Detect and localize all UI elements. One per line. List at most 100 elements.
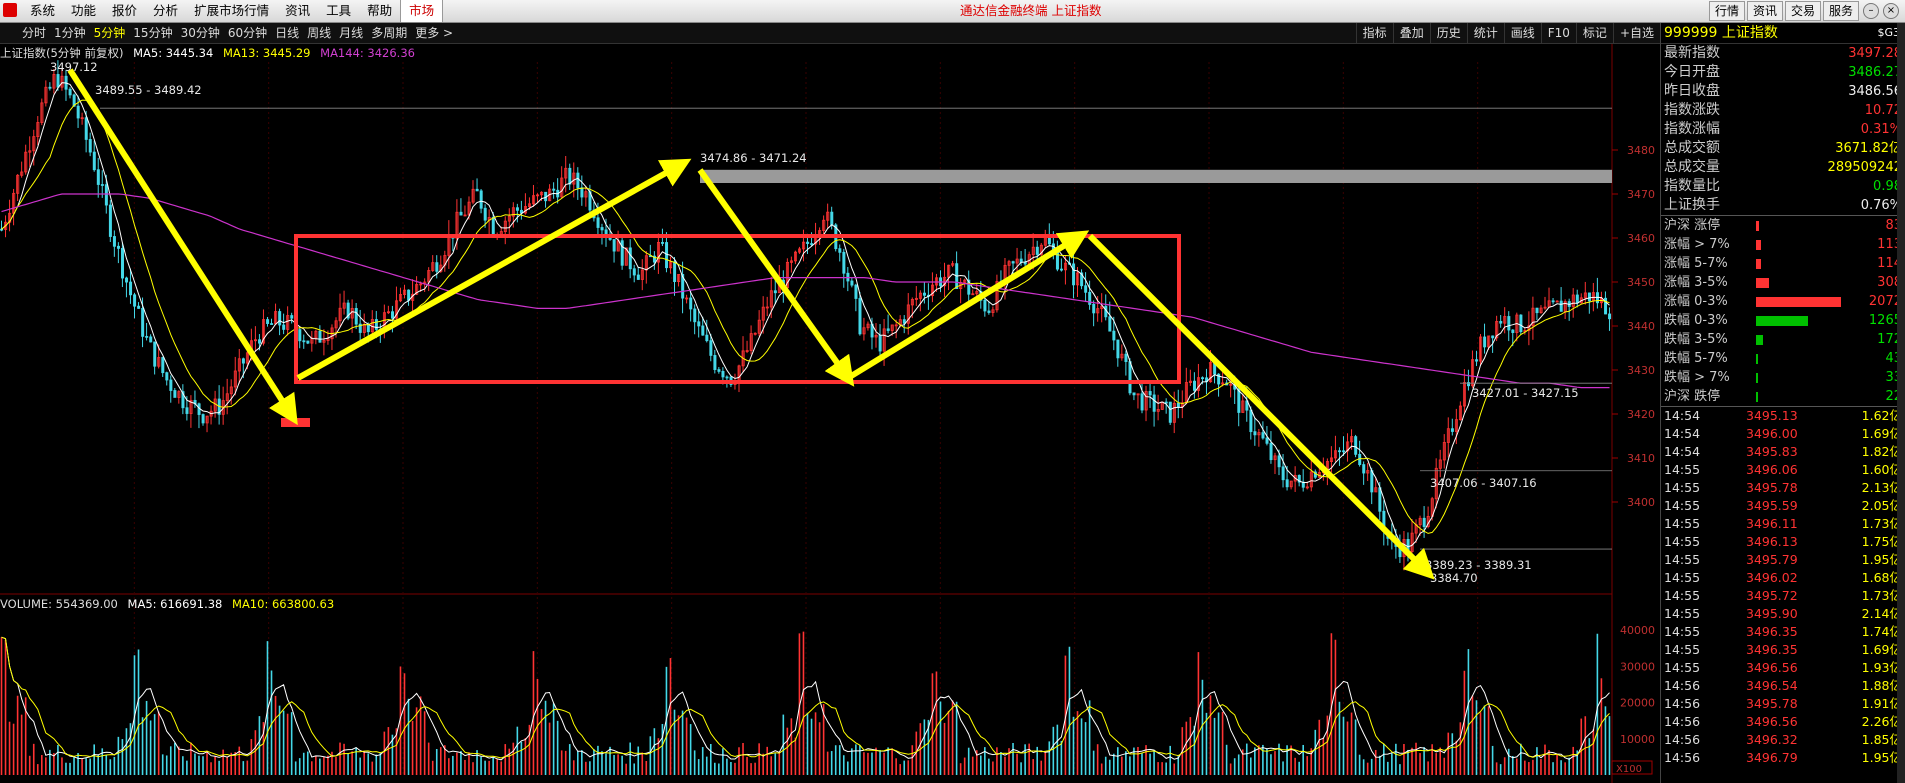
tick-amount: 1.73亿 — [1861, 588, 1902, 603]
candle-body — [1450, 428, 1454, 432]
tick-amount: 1.60亿 — [1861, 462, 1902, 477]
stat-row: 最新指数 3497.28 — [1661, 44, 1905, 63]
candle-body — [1084, 285, 1088, 293]
candle-body — [68, 88, 72, 96]
legend-ma144: MA144: 3426.36 — [320, 46, 415, 60]
breadth-row: 跌幅 0-3% 1265 — [1661, 311, 1905, 330]
tick-amount: 1.68亿 — [1861, 570, 1902, 585]
tick-time: 14:56 — [1664, 750, 1701, 765]
candle-body — [1132, 392, 1136, 396]
candle-body — [133, 294, 137, 307]
tick-price: 3496.79 — [1746, 750, 1798, 765]
breadth-row: 涨幅 > 7% 113 — [1661, 235, 1905, 254]
tick-time: 14:55 — [1664, 462, 1701, 477]
breadth-bar — [1756, 240, 1761, 250]
candle-body — [1507, 316, 1511, 331]
candle-body — [1249, 409, 1253, 433]
tick-amount: 1.73亿 — [1861, 516, 1902, 531]
candle-body — [1551, 300, 1555, 303]
tick-price: 3496.00 — [1746, 426, 1798, 441]
tick-time: 14:55 — [1664, 552, 1701, 567]
candle-body — [1491, 335, 1495, 339]
tick-amount: 1.91亿 — [1861, 696, 1902, 711]
tick-time: 14:56 — [1664, 714, 1701, 729]
tick-time: 14:55 — [1664, 480, 1701, 495]
tick-row: 14:55 3495.59 2.05亿 — [1661, 497, 1905, 515]
candle-body — [84, 117, 88, 140]
tick-amount: 1.75亿 — [1861, 534, 1902, 549]
tick-list[interactable]: 14:54 3495.13 1.62亿 14:54 3496.00 1.69亿 14:54 3… — [1661, 406, 1905, 767]
breadth-bar — [1756, 392, 1758, 402]
tick-time: 14:55 — [1664, 642, 1701, 657]
tick-amount: 1.69亿 — [1861, 642, 1902, 657]
volume-legend: VOLUME: 554369.00 MA5: 616691.38 MA10: 6… — [0, 596, 334, 612]
candle-body — [270, 323, 274, 325]
service-button[interactable]: 服务 — [1822, 1, 1859, 21]
breadth-bar — [1756, 373, 1758, 383]
candle-body — [137, 305, 141, 309]
tick-time: 14:55 — [1664, 624, 1701, 639]
candle-body — [1559, 300, 1563, 312]
quote-button[interactable]: 行情 — [1708, 1, 1745, 21]
candle-body — [1378, 487, 1382, 512]
tick-amount: 1.88亿 — [1861, 678, 1902, 693]
price-annotation: 3384.70 — [1430, 571, 1478, 585]
tick-time: 14:55 — [1664, 534, 1701, 549]
candle-body — [725, 376, 729, 379]
candle-body — [773, 290, 777, 294]
tick-row: 14:55 3495.78 2.13亿 — [1661, 479, 1905, 497]
candle-body — [169, 379, 173, 391]
trend-arrow — [1087, 233, 1435, 580]
candle-body — [92, 151, 96, 171]
trade-button[interactable]: 交易 — [1784, 1, 1821, 21]
candle-body — [241, 358, 245, 364]
breadth-row: 跌幅 5-7% 43 — [1661, 349, 1905, 368]
candle-body — [435, 262, 439, 272]
candle-body — [48, 86, 52, 89]
candle-body — [1201, 377, 1205, 380]
stat-label: 昨日收盘 — [1664, 83, 1720, 99]
breadth-row: 跌幅 > 7% 33 — [1661, 368, 1905, 387]
tick-price: 3496.06 — [1746, 462, 1798, 477]
volume-tick-label: 20000 — [1620, 697, 1655, 710]
volume-tick-label: 30000 — [1620, 660, 1655, 673]
candle-body — [810, 243, 814, 245]
tick-price: 3496.56 — [1746, 714, 1798, 729]
minimize-icon[interactable]: – — [1863, 3, 1879, 19]
candle-body — [1047, 237, 1051, 245]
panel-header: 999999 上证指数 $G3 — [1661, 23, 1905, 44]
candle-body — [1261, 432, 1265, 439]
trend-arrow — [697, 168, 855, 387]
tick-price: 3496.35 — [1746, 624, 1798, 639]
candle-body — [76, 105, 80, 119]
candle-body — [600, 227, 604, 231]
stat-value: 289509242 — [1827, 160, 1902, 175]
legend-volume: VOLUME: 554369.00 — [0, 597, 118, 611]
candle-body — [185, 407, 189, 414]
price-tick-label: 3410 — [1627, 452, 1655, 465]
candle-body — [108, 204, 112, 237]
legend-vol-ma10: MA10: 663800.63 — [232, 597, 335, 611]
candle-body — [258, 339, 262, 344]
price-tick-label: 3430 — [1627, 364, 1655, 377]
news-button[interactable]: 资讯 — [1746, 1, 1783, 21]
kline-chart[interactable]: 3480 3470 3460 3450 3440 3430 3420 3410 3400 4000… — [0, 0, 1660, 783]
tick-price: 3496.54 — [1746, 678, 1798, 693]
candle-body — [580, 187, 584, 198]
right-scrollbar[interactable] — [1897, 23, 1905, 783]
breadth-label: 涨幅 > 7% — [1664, 237, 1730, 252]
volume-tick-label: 10000 — [1620, 733, 1655, 746]
low-marker — [281, 418, 310, 427]
trend-arrow — [67, 68, 298, 426]
security-name: 上证指数 — [1721, 25, 1778, 41]
tick-amount: 1.95亿 — [1861, 552, 1902, 567]
candle-body — [552, 188, 556, 191]
tick-amount: 2.26亿 — [1861, 714, 1902, 729]
breadth-label: 沪深 跌停 — [1664, 389, 1721, 404]
candle-body — [576, 172, 580, 189]
candle-body — [354, 308, 358, 325]
close-icon[interactable]: × — [1883, 3, 1899, 19]
price-tick-label: 3470 — [1627, 188, 1655, 201]
tick-row: 14:54 3495.83 1.82亿 — [1661, 443, 1905, 461]
tick-price: 3496.13 — [1746, 534, 1798, 549]
